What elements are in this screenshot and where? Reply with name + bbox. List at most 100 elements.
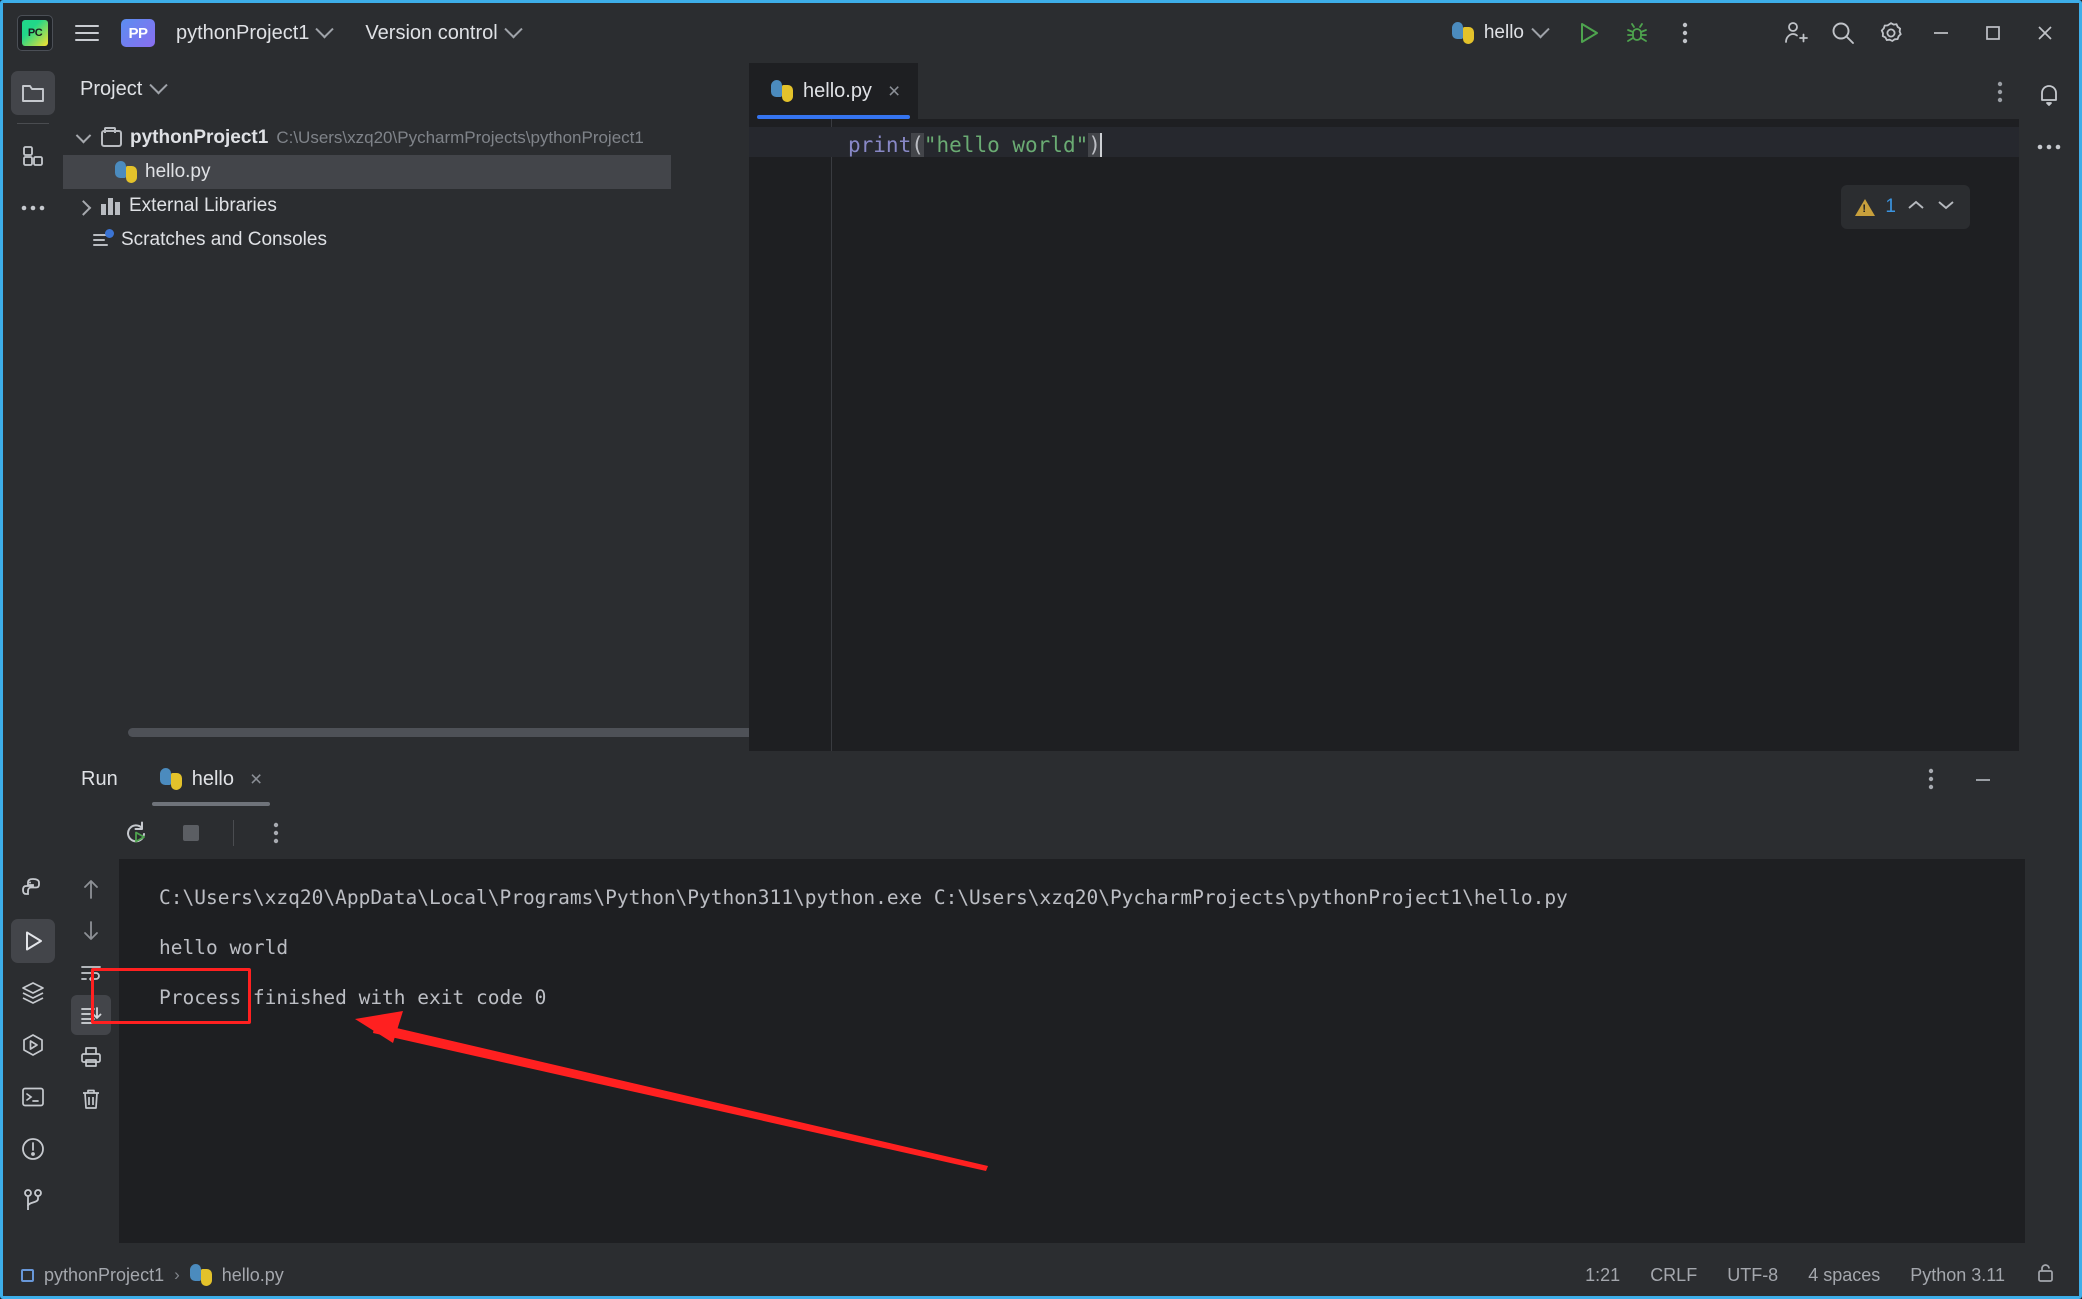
tree-node-project-root[interactable]: pythonProject1 C:\Users\xzq20\PycharmPro… — [63, 121, 687, 155]
code-function-name: print — [848, 133, 912, 157]
editor-tab-hello-py[interactable]: hello.py × — [749, 63, 919, 119]
run-tab-hello[interactable]: hello × — [146, 751, 277, 807]
close-icon[interactable] — [2019, 11, 2071, 55]
print-button[interactable] — [71, 1037, 111, 1077]
inspection-widget[interactable]: 1 — [1841, 185, 1970, 229]
indent-setting[interactable]: 4 spaces — [1808, 1265, 1880, 1286]
line-separator[interactable]: CRLF — [1650, 1265, 1697, 1286]
sidebar-item-problems[interactable] — [11, 1127, 55, 1171]
sidebar-item-services[interactable] — [11, 971, 55, 1015]
sidebar-item-terminal[interactable] — [11, 1075, 55, 1119]
sidebar-item-run[interactable] — [11, 919, 55, 963]
search-icon[interactable] — [1819, 11, 1867, 55]
run-configuration-selector[interactable]: hello — [1440, 16, 1559, 50]
hide-run-panel-button[interactable] — [1959, 757, 2007, 801]
editor-tab-bar: hello.py × — [749, 63, 2025, 119]
editor-area: hello.py × 1 print("hello world") 1 — [749, 63, 2025, 751]
minimize-icon[interactable] — [1915, 11, 1967, 55]
clear-all-button[interactable] — [71, 1079, 111, 1119]
chevron-down-icon[interactable] — [149, 75, 168, 94]
breadcrumb-file[interactable]: hello.py — [222, 1265, 284, 1286]
run-tab-label: hello — [191, 767, 234, 790]
file-encoding[interactable]: UTF-8 — [1727, 1265, 1778, 1286]
left-tool-rail — [3, 63, 63, 1243]
more-tool-windows-icon[interactable] — [11, 186, 55, 230]
project-selector-label: pythonProject1 — [176, 21, 310, 44]
console-output[interactable]: C:\Users\xzq20\AppData\Local\Programs\Py… — [119, 859, 2025, 1243]
hamburger-menu-icon[interactable] — [69, 15, 105, 51]
project-selector[interactable]: pythonProject1 — [166, 16, 341, 51]
breadcrumb-separator: › — [174, 1265, 180, 1284]
close-icon[interactable]: × — [250, 769, 262, 790]
folder-icon — [101, 126, 122, 147]
more-actions-button[interactable] — [1661, 11, 1709, 55]
scroll-to-end-button[interactable] — [71, 995, 111, 1035]
caret-position[interactable]: 1:21 — [1585, 1265, 1620, 1286]
tree-node-scratches[interactable]: Scratches and Consoles — [63, 223, 687, 257]
scratches-icon — [93, 229, 114, 249]
soft-wrap-button[interactable] — [71, 953, 111, 993]
run-configuration-label: hello — [1483, 22, 1524, 43]
python-file-icon — [115, 161, 137, 183]
toolbar-divider — [233, 820, 234, 846]
console-output-line: hello world — [159, 936, 289, 959]
python-interpreter[interactable]: Python 3.11 — [1910, 1265, 2005, 1286]
run-button[interactable] — [1565, 11, 1613, 55]
breadcrumb-project[interactable]: pythonProject1 — [44, 1265, 164, 1286]
inspection-count: 1 — [1885, 196, 1896, 217]
run-more-options-button[interactable] — [252, 811, 300, 855]
tree-node-hello-py[interactable]: hello.py — [63, 155, 671, 189]
module-icon — [21, 1268, 34, 1282]
debug-button[interactable] — [1613, 11, 1661, 55]
gear-icon[interactable] — [1867, 11, 1915, 55]
console-command: C:\Users\xzq20\AppData\Local\Programs\Py… — [159, 886, 1568, 909]
run-panel-header: Run hello × — [63, 751, 2025, 807]
sidebar-item-python-console[interactable] — [11, 867, 55, 911]
tree-node-label: pythonProject1 — [130, 127, 269, 148]
console-status-line: Process finished with exit code 0 — [159, 986, 547, 1009]
pycharm-logo-icon: PC — [17, 15, 53, 51]
project-panel-header[interactable]: Project — [63, 63, 687, 115]
chevron-right-icon[interactable] — [73, 199, 93, 216]
next-problem-button[interactable] — [1936, 198, 1956, 217]
run-panel-toolbar — [63, 807, 2025, 859]
tree-node-external-libraries[interactable]: External Libraries — [63, 189, 687, 223]
active-run-tab-underline — [151, 802, 271, 806]
next-occurrence-button[interactable] — [71, 911, 111, 951]
left-rail-bottom — [3, 859, 63, 1231]
warning-triangle-icon — [1855, 198, 1876, 216]
run-panel-header-actions — [1907, 757, 2025, 801]
run-panel-options-button[interactable] — [1907, 757, 1955, 801]
editor-options-button[interactable] — [1997, 81, 2003, 108]
sidebar-item-run-anything[interactable] — [11, 1023, 55, 1067]
tree-node-path: C:\Users\xzq20\PycharmProjects\pythonPro… — [276, 128, 644, 147]
more-horizontal-icon[interactable] — [2027, 125, 2071, 169]
tree-node-label: hello.py — [145, 161, 211, 182]
code-string-literal: "hello world" — [923, 133, 1089, 157]
tree-node-label: External Libraries — [129, 195, 277, 216]
sidebar-item-commit[interactable] — [11, 134, 55, 178]
project-horizontal-scrollbar[interactable] — [128, 728, 773, 737]
rerun-button[interactable] — [113, 811, 161, 855]
close-icon[interactable]: × — [888, 81, 900, 102]
sidebar-item-version-control[interactable] — [11, 1179, 55, 1223]
unlocked-icon[interactable] — [2035, 1262, 2057, 1289]
title-bar: PC PP pythonProject1 Version control hel… — [3, 3, 2079, 63]
sidebar-item-project[interactable] — [11, 71, 55, 115]
python-file-icon — [1451, 22, 1474, 44]
code-editor[interactable]: 1 print("hello world") — [749, 119, 2025, 751]
chevron-down-icon — [504, 19, 523, 38]
python-file-icon — [771, 80, 793, 102]
chevron-down-icon[interactable] — [73, 127, 93, 144]
maximize-icon[interactable] — [1967, 11, 2019, 55]
project-badge-label: PP — [128, 24, 148, 42]
previous-occurrence-button[interactable] — [71, 869, 111, 909]
project-tree: pythonProject1 C:\Users\xzq20\PycharmPro… — [63, 115, 687, 257]
library-icon — [101, 197, 121, 215]
previous-problem-button[interactable] — [1906, 198, 1926, 217]
add-account-icon[interactable] — [1771, 11, 1819, 55]
notifications-bell-icon[interactable] — [2027, 73, 2071, 117]
run-panel-title: Run — [81, 767, 118, 790]
version-control-menu[interactable]: Version control — [355, 16, 529, 51]
code-open-paren: ( — [911, 133, 924, 157]
